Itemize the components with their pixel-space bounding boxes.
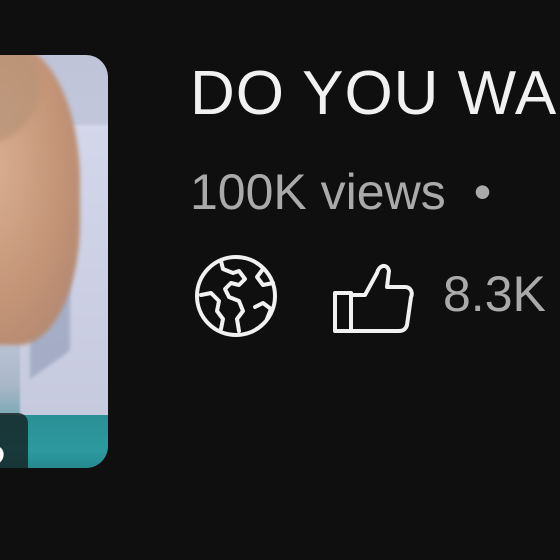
globe-icon: [195, 255, 277, 337]
video-thumbnail[interactable]: 12: [0, 55, 108, 468]
thumbs-up-icon[interactable]: [331, 259, 415, 335]
view-count: 100K views: [190, 164, 446, 220]
video-metadata: 100K views •: [190, 160, 491, 224]
duration-badge: 12: [0, 413, 28, 468]
metadata-separator: •: [473, 164, 492, 220]
like-count: 8.3K: [443, 266, 546, 322]
video-title[interactable]: DO YOU WA: [190, 58, 557, 130]
video-card[interactable]: 12 DO YOU WA 100K views • 8.3K: [0, 0, 560, 560]
